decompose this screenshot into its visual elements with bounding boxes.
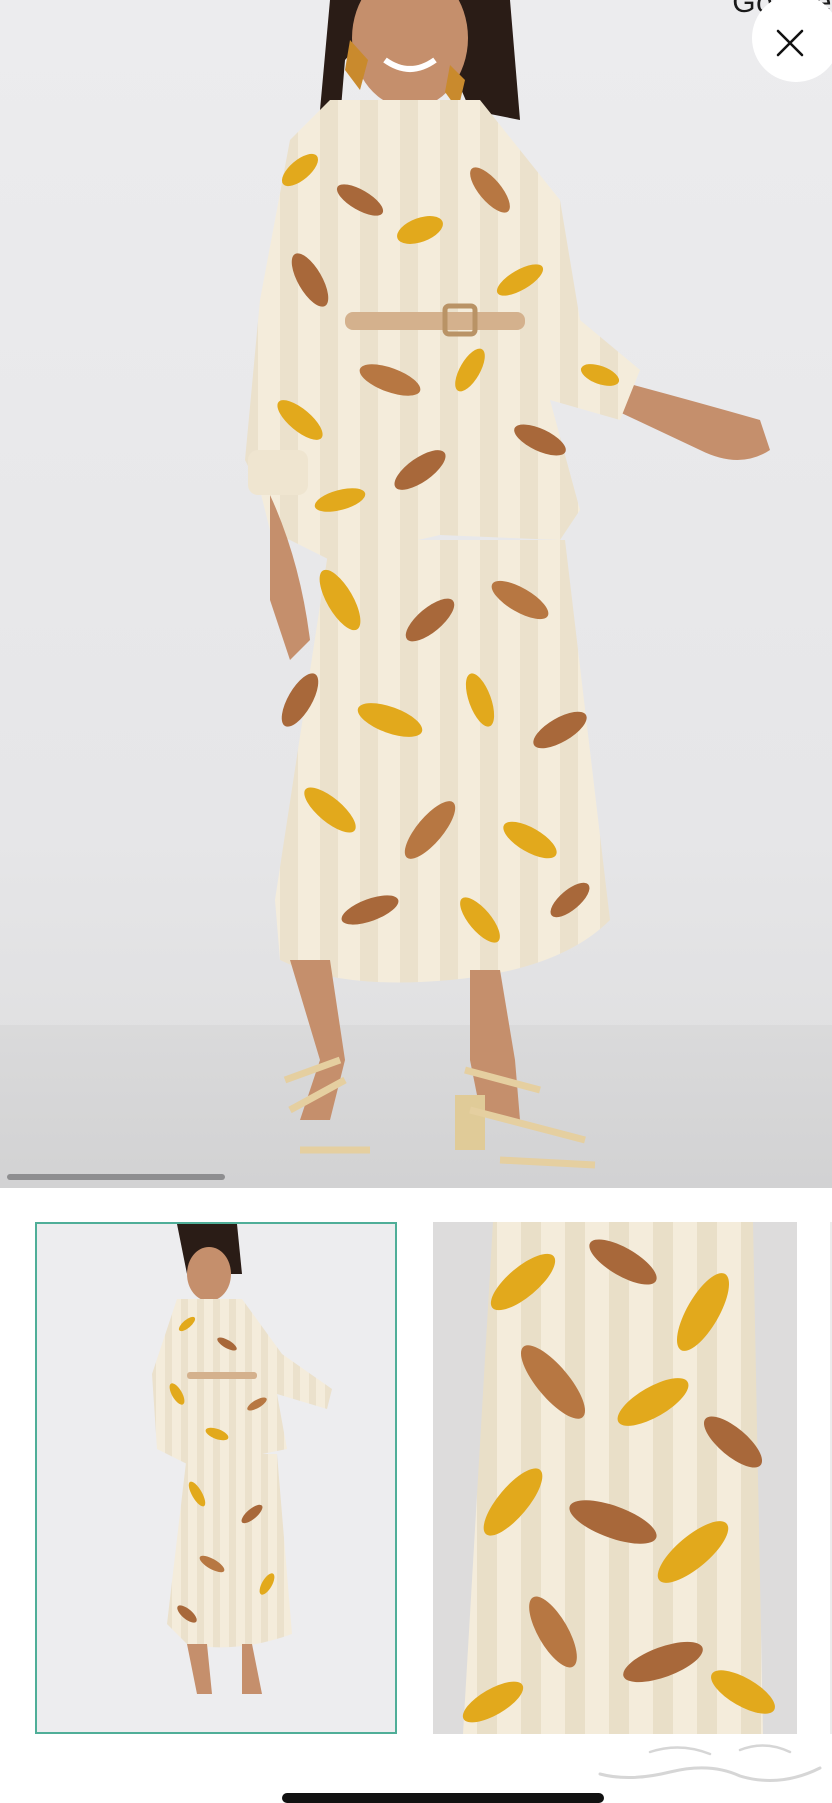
- close-icon: [776, 29, 804, 57]
- thumbnail-skirt-closeup[interactable]: [433, 1222, 797, 1734]
- haraj-watermark-logo: [595, 1741, 825, 1785]
- thumbnail-skirt-closeup-image: [433, 1222, 797, 1734]
- thumbnail-strip: [0, 1188, 832, 1800]
- thumbnail-full-outfit[interactable]: [35, 1222, 397, 1734]
- product-photo-main[interactable]: Google: [0, 0, 832, 1188]
- gallery-scroll-indicator: [7, 1174, 225, 1180]
- model-illustration: [245, 0, 770, 1169]
- home-indicator[interactable]: [282, 1793, 604, 1803]
- thumbnail-full-outfit-image: [37, 1224, 395, 1732]
